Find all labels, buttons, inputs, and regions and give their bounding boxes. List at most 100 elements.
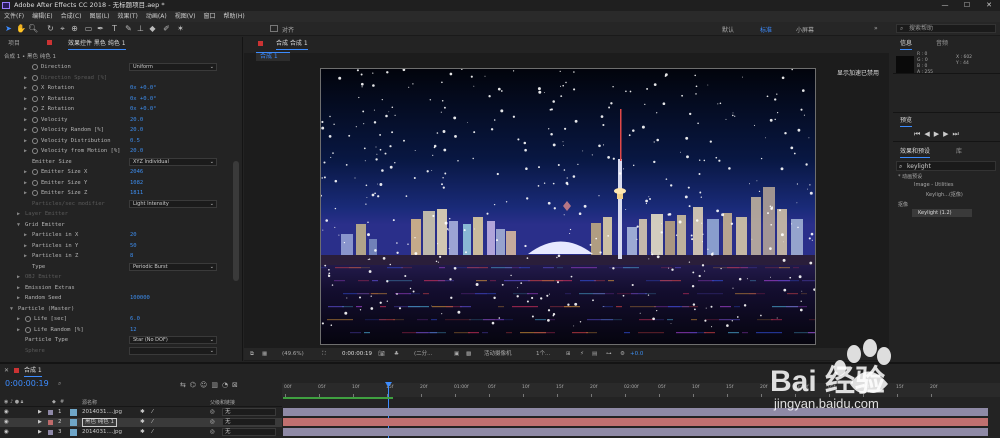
stopwatch-icon[interactable] (32, 179, 38, 186)
effect-property-row[interactable]: ▶ Y Rotation 0x +0.0° (0, 94, 232, 104)
rotate-tool-icon[interactable]: ↻ (46, 24, 55, 33)
effect-property-row[interactable]: ▶ Velocity Distribution 0.5 (0, 136, 232, 146)
disclosure-triangle-icon[interactable]: ▶ (24, 125, 27, 135)
grid-icon[interactable]: ▦ (262, 348, 267, 360)
hand-tool-icon[interactable]: ✋ (16, 24, 26, 33)
stopwatch-icon[interactable] (25, 326, 31, 333)
layer-expand-icon[interactable]: ▶ (38, 428, 42, 437)
show-channel-icon[interactable]: ♣ (394, 348, 399, 360)
quality-switch-icon[interactable]: ⁄ (152, 428, 153, 437)
effect-property-row[interactable]: Direction Uniform ⌄ (0, 62, 232, 72)
effect-property-row[interactable]: ▶ Life Random [%] 12 (0, 325, 232, 335)
effect-property-row[interactable]: ▶ Particles in X 20 (0, 230, 232, 240)
fast-preview-icon[interactable]: ⚡︎ (580, 348, 584, 360)
property-value[interactable]: 0x +0.0° (130, 83, 157, 93)
property-dropdown[interactable]: Star (No DOF) ⌄ (129, 336, 217, 344)
stopwatch-icon[interactable] (32, 64, 38, 70)
property-value[interactable]: 50 (130, 241, 137, 251)
effect-property-row[interactable]: Particles/sec modifier Light Intensity ⌄ (0, 199, 232, 209)
disclosure-triangle-icon[interactable]: ▶ (24, 136, 27, 146)
timeline-timecode[interactable]: 0:00:00:19 (5, 379, 49, 388)
disclosure-triangle-icon[interactable]: ▶ (24, 188, 27, 198)
eraser-tool-icon[interactable]: ◆ (148, 24, 157, 33)
effect-property-row[interactable]: ▶ Direction Spread [%] (0, 73, 232, 83)
effect-controls-scrollbar[interactable] (233, 161, 239, 281)
effect-property-row[interactable]: ▼ Particle (Master) (0, 304, 232, 314)
tree-animation-presets[interactable]: * 动画预设 (898, 173, 922, 180)
minimize-button[interactable]: — (934, 0, 956, 11)
parent-dropdown[interactable]: 无 (222, 418, 276, 426)
snap-checkbox[interactable] (270, 25, 278, 32)
region-of-interest-icon[interactable]: ▣ (454, 348, 459, 360)
property-value[interactable]: 8 (130, 251, 133, 261)
camera-dropdown[interactable]: 活动摄像机 (484, 348, 512, 360)
layer-name[interactable]: 2014031....jpg (82, 408, 122, 417)
resolution-dropdown[interactable]: (二分... (414, 348, 432, 360)
graph-editor-icon[interactable]: ⊠ (232, 381, 242, 389)
property-value[interactable]: 0x +0.0° (130, 94, 157, 104)
parent-dropdown[interactable]: 无 (222, 408, 276, 416)
exposure-value[interactable]: +0.0 (630, 348, 643, 360)
tree-keying[interactable]: 抠像 (898, 201, 908, 208)
comp-mini-flowchart-icon[interactable]: ⇆ (180, 381, 190, 389)
tree-keylight-effect[interactable]: Keylight (1.2) (912, 209, 972, 217)
visibility-eye-icon[interactable]: ◉ (4, 408, 9, 417)
disclosure-triangle-icon[interactable]: ▶ (17, 283, 20, 293)
disclosure-triangle-icon[interactable]: ▶ (24, 94, 27, 104)
layer-search-icon[interactable]: ⌕ (58, 380, 61, 388)
menu-file[interactable]: 文件(F) (0, 11, 28, 22)
pan-behind-tool-icon[interactable]: ⊕ (70, 24, 79, 33)
visibility-eye-icon[interactable]: ◉ (4, 428, 9, 437)
comp-flow-tab[interactable]: 合成 1 (256, 52, 290, 61)
disclosure-triangle-icon[interactable]: ▶ (24, 241, 27, 251)
camera-tool-icon[interactable]: ⌖ (58, 24, 67, 33)
first-frame-icon[interactable]: ⏮ (914, 130, 924, 138)
workspace-default[interactable]: 默认 (722, 25, 734, 34)
property-value[interactable]: 1082 (130, 178, 143, 188)
brush-tool-icon[interactable]: ✎ (124, 24, 133, 33)
visibility-eye-icon[interactable]: ◉ (4, 418, 9, 427)
effect-property-row[interactable]: ▶ X Rotation 0x +0.0° (0, 83, 232, 93)
disclosure-triangle-icon[interactable]: ▶ (24, 146, 27, 156)
tree-image-utilities[interactable]: Image - Utilities (914, 182, 953, 188)
menu-help[interactable]: 帮助(H) (220, 11, 249, 22)
tab-audio[interactable]: 音频 (936, 39, 948, 48)
layer-expand-icon[interactable]: ▶ (38, 418, 42, 427)
snapshot-icon[interactable]: 📷︎ (378, 348, 385, 360)
disclosure-triangle-icon[interactable]: ▶ (17, 293, 20, 303)
disclosure-triangle-icon[interactable]: ▶ (17, 314, 20, 324)
stopwatch-icon[interactable] (32, 116, 38, 123)
timeline-link-icon[interactable]: ▤ (592, 348, 597, 360)
effect-property-row[interactable]: ▶ Layer Emitter (0, 209, 232, 219)
quality-switch-icon[interactable]: ⁄ (152, 408, 153, 417)
tab-effect-controls[interactable]: 效果控件 黑色 纯色 1 (68, 39, 126, 50)
shy-switch-icon[interactable]: ✱ (140, 408, 145, 417)
effect-property-row[interactable]: ▶ Emission Extras (0, 283, 232, 293)
label-color-icon[interactable] (48, 420, 53, 425)
property-dropdown[interactable]: ⌄ (129, 346, 217, 355)
disclosure-triangle-icon[interactable]: ▶ (24, 230, 27, 240)
property-value[interactable]: 20.0 (130, 146, 143, 156)
frame-blend-icon[interactable]: ▥ (211, 381, 222, 389)
last-frame-icon[interactable]: ⏭ (952, 130, 962, 138)
always-preview-icon[interactable]: ⧉ (250, 348, 254, 360)
prev-frame-icon[interactable]: ◀ (924, 130, 933, 138)
parent-pickwhip-icon[interactable]: ◎ (210, 418, 215, 427)
disclosure-triangle-icon[interactable]: ▶ (24, 178, 27, 188)
property-value[interactable]: 100000 (130, 293, 150, 303)
effect-property-row[interactable]: Type Periodic Burst ⌄ (0, 262, 232, 272)
stopwatch-icon[interactable] (32, 148, 38, 154)
stopwatch-icon[interactable] (32, 74, 38, 81)
help-search-input[interactable]: ⌕ 搜索帮助 (896, 24, 996, 33)
disclosure-triangle-icon[interactable]: ▶ (24, 83, 27, 93)
menu-animation[interactable]: 动画(A) (142, 11, 171, 22)
effect-property-row[interactable]: ▶ Random Seed 100000 (0, 293, 232, 303)
layer-name[interactable]: 黑色 纯色 1 (82, 418, 117, 427)
stopwatch-icon[interactable] (32, 106, 38, 112)
roto-brush-tool-icon[interactable]: ✐ (162, 24, 171, 33)
disclosure-triangle-icon[interactable]: ▶ (17, 325, 20, 335)
pen-tool-icon[interactable]: ✒ (96, 24, 105, 33)
effect-property-row[interactable]: ▶ Emitter Size Y 1082 (0, 178, 232, 188)
tab-project[interactable]: 项目 (8, 39, 20, 48)
motion-blur-icon[interactable]: ◔ (222, 381, 232, 389)
